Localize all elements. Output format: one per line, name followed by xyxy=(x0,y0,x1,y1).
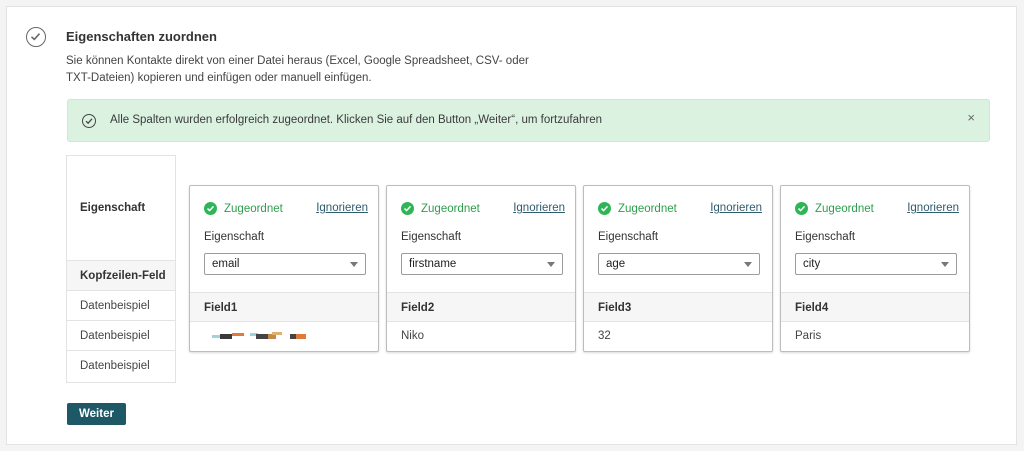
check-filled-icon xyxy=(401,202,414,215)
sample-value: Paris xyxy=(795,330,822,342)
ignore-link[interactable]: Ignorieren xyxy=(907,202,959,214)
property-select[interactable]: age xyxy=(598,253,760,275)
property-select[interactable]: city xyxy=(795,253,957,275)
next-button[interactable]: Weiter xyxy=(67,403,126,425)
alert-check-circle-icon xyxy=(82,114,96,128)
success-alert: Alle Spalten wurden erfolgreich zugeordn… xyxy=(67,99,990,142)
ignore-link[interactable]: Ignorieren xyxy=(710,202,762,214)
chevron-down-icon xyxy=(941,262,949,267)
mapped-status: Zugeordnet xyxy=(204,202,283,215)
property-select-label: Eigenschaft xyxy=(598,231,659,243)
section-description: Sie können Kontakte direkt von einer Dat… xyxy=(66,55,529,84)
check-filled-icon xyxy=(795,202,808,215)
select-value: age xyxy=(606,258,626,270)
sample-value: Niko xyxy=(401,330,425,342)
mapped-status: Zugeordnet xyxy=(795,202,874,215)
select-value: email xyxy=(212,258,240,270)
mapping-column-2: Zugeordnet Ignorieren Eigenschaft firstn… xyxy=(386,185,576,352)
section-title: Eigenschaften zuordnen xyxy=(66,29,217,44)
status-label: Zugeordnet xyxy=(815,202,874,215)
sample-label-2: Datenbeispiel xyxy=(67,320,175,350)
header-field-value: Field4 xyxy=(781,292,969,322)
status-label: Zugeordnet xyxy=(618,202,677,215)
header-field-value: Field1 xyxy=(190,292,378,322)
header-field-value: Field2 xyxy=(387,292,575,322)
check-filled-icon xyxy=(598,202,611,215)
sample-value: 32 xyxy=(598,330,611,342)
ignore-link[interactable]: Ignorieren xyxy=(513,202,565,214)
sample-label-1: Datenbeispiel xyxy=(67,290,175,320)
mapping-column-4: Zugeordnet Ignorieren Eigenschaft city F… xyxy=(780,185,970,352)
check-filled-icon xyxy=(204,202,217,215)
chevron-down-icon xyxy=(547,262,555,267)
property-label: Eigenschaft xyxy=(80,202,146,214)
alert-message: Alle Spalten wurden erfolgreich zugeordn… xyxy=(110,114,603,126)
mapping-column-3: Zugeordnet Ignorieren Eigenschaft age Fi… xyxy=(583,185,773,352)
ignore-link[interactable]: Ignorieren xyxy=(316,202,368,214)
header-field-value: Field3 xyxy=(584,292,772,322)
mapped-status: Zugeordnet xyxy=(401,202,480,215)
select-value: city xyxy=(803,258,821,270)
property-select[interactable]: email xyxy=(204,253,366,275)
chevron-down-icon xyxy=(350,262,358,267)
step-check-circle-icon xyxy=(26,27,46,47)
property-select[interactable]: firstname xyxy=(401,253,563,275)
status-label: Zugeordnet xyxy=(421,202,480,215)
row-labels: Eigenschaft Kopfzeilen-Feld Datenbeispie… xyxy=(66,155,176,383)
sample-label-3: Datenbeispiel xyxy=(67,350,175,380)
property-select-label: Eigenschaft xyxy=(795,231,856,243)
status-label: Zugeordnet xyxy=(224,202,283,215)
header-field-label: Kopfzeilen-Feld xyxy=(67,260,175,290)
select-value: firstname xyxy=(409,258,457,270)
property-select-label: Eigenschaft xyxy=(204,231,265,243)
close-icon[interactable]: × xyxy=(967,110,975,125)
mapped-status: Zugeordnet xyxy=(598,202,677,215)
chevron-down-icon xyxy=(744,262,752,267)
mapping-column-1: Zugeordnet Ignorieren Eigenschaft email … xyxy=(189,185,379,352)
property-select-label: Eigenschaft xyxy=(401,231,462,243)
